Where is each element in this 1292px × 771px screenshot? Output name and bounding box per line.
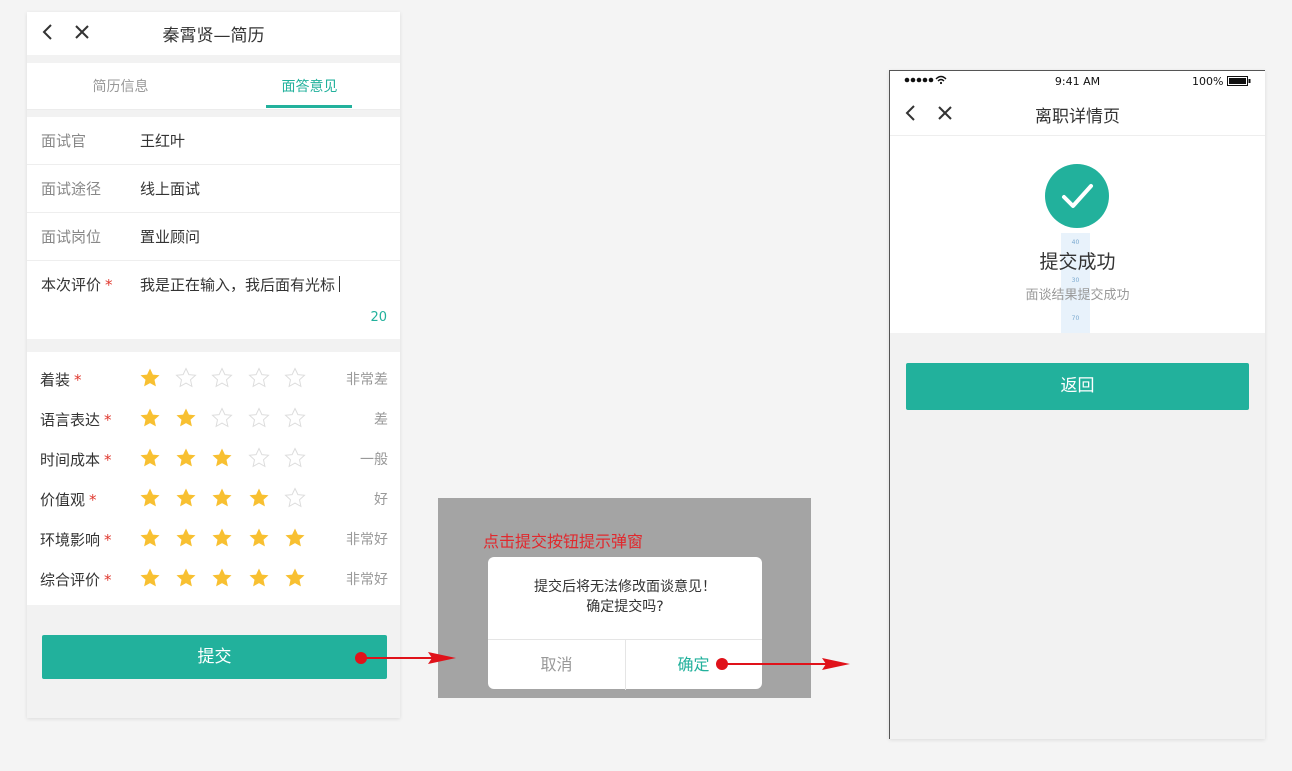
flow-arrows xyxy=(355,652,850,670)
arrow-submit-to-dialog xyxy=(355,652,456,664)
arrow-dialog-to-success xyxy=(716,658,850,670)
